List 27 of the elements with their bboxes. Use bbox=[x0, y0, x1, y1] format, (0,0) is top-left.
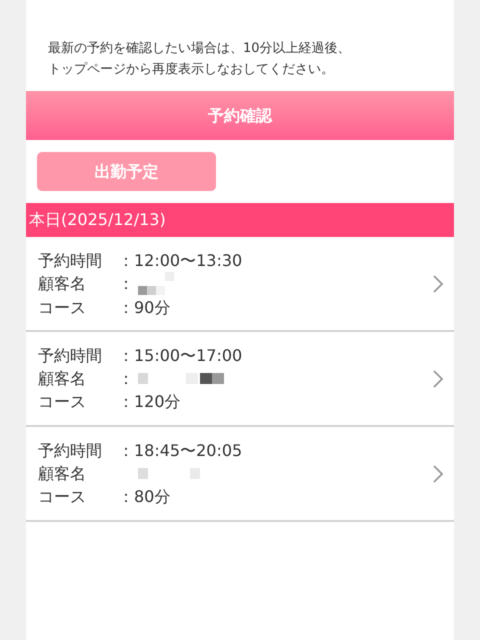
time-label: 予約時間 bbox=[38, 250, 103, 272]
customer-value: ： bbox=[118, 273, 134, 295]
date-bar: 本日(2025/12/13) bbox=[26, 203, 454, 237]
time-label: 予約時間 bbox=[38, 440, 103, 462]
course-label: コース bbox=[38, 391, 87, 413]
notice-text: 最新の予約を確認したい場合は、10分以上経過後、 bbox=[48, 40, 351, 58]
customer-label: 顧客名 bbox=[38, 273, 87, 295]
time-label: 予約時間 bbox=[38, 345, 103, 367]
time-value: ：18:45〜20:05 bbox=[118, 440, 242, 462]
course-value: ：80分 bbox=[118, 486, 170, 508]
reservation-row[interactable]: 予約時間 ：12:00〜13:30 顧客名 ： コース ：90分 bbox=[26, 237, 454, 332]
chevron-right-icon bbox=[432, 368, 444, 388]
reservation-row[interactable]: 予約時間 ：15:00〜17:00 顧客名 ： コース ：120分 bbox=[26, 332, 454, 427]
chevron-right-icon bbox=[432, 464, 444, 484]
course-value: ：120分 bbox=[118, 391, 181, 413]
course-label: コース bbox=[38, 486, 87, 508]
header-bar: 予約確認 bbox=[26, 91, 454, 140]
customer-label: 顧客名 bbox=[38, 463, 87, 485]
customer-label: 顧客名 bbox=[38, 368, 87, 390]
time-value: ：12:00〜13:30 bbox=[118, 250, 242, 272]
customer-value: ： bbox=[118, 368, 134, 390]
course-value: ：90分 bbox=[118, 296, 170, 318]
reservation-row[interactable]: 予約時間 ：18:45〜20:05 顧客名 コース ：80分 bbox=[26, 427, 454, 522]
course-label: コース bbox=[38, 296, 87, 318]
chevron-right-icon bbox=[432, 274, 444, 294]
notice-text: トップページから再度表示しなおしてください。 bbox=[48, 61, 334, 79]
time-value: ：15:00〜17:00 bbox=[118, 345, 242, 367]
